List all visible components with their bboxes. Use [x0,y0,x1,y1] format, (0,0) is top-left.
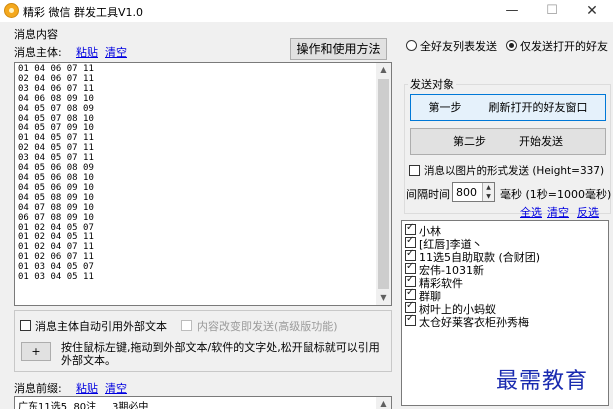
prefix-text: 广东11选5 80注 3期必中 [18,402,149,409]
close-button[interactable]: ✕ [572,0,612,22]
friend-checkbox[interactable] [405,300,416,313]
friend-name[interactable]: 太仓好莱客衣柜孙秀梅 [419,314,529,330]
interval-spinner[interactable]: 800 ▲ ▼ [452,182,495,202]
content-change-label: 内容改变即发送(高级版功能) [197,320,338,333]
image-mode-label[interactable]: 消息以图片的形式发送 (Height=337) [424,163,604,178]
auto-ref-checkbox[interactable] [20,320,31,331]
drag-target-button[interactable]: + [21,342,51,361]
minimize-button[interactable]: — [492,0,532,22]
scroll-thumb[interactable] [378,79,389,289]
subject-label: 消息主体: [14,46,62,59]
prefix-scrollbar[interactable]: ▲ [376,397,391,409]
friend-checkbox[interactable] [405,287,416,300]
friend-checkbox[interactable] [405,313,416,326]
watermark-text: 最需教育 [496,369,589,394]
friend-checkbox[interactable] [405,222,416,235]
interval-label: 间隔时间 [406,188,450,201]
spin-down-icon[interactable]: ▼ [483,192,494,201]
window-client: 消息内容 消息主体: 粘贴 清空 操作和使用方法 01 04 06 07 11 … [0,22,613,409]
prefix-clear-link[interactable]: 清空 [105,380,127,396]
send-all-radio[interactable] [406,40,417,51]
prefix-textarea[interactable]: 广东11选5 80注 3期必中 ▲ [14,396,392,409]
start-send-button[interactable]: 第二步 开始发送 [410,128,606,155]
prefix-label: 消息前缀: [14,382,62,395]
send-open-radio[interactable] [506,40,517,51]
prefix-paste-link[interactable]: 粘贴 [76,380,98,396]
maximize-button[interactable]: ☐ [532,0,572,22]
select-all-link[interactable]: 全选 [520,204,542,220]
message-body-text: 01 04 06 07 11 02 04 06 07 11 03 04 06 0… [18,64,94,283]
subject-clear-link[interactable]: 清空 [105,44,127,60]
external-reference-panel: 消息主体自动引用外部文本 内容改变即发送(高级版功能) + 按住鼠标左键,拖动到… [14,310,392,372]
spin-up-icon[interactable]: ▲ [483,183,494,192]
step2-label: 第二步 [453,135,486,148]
message-scrollbar[interactable]: ▲ ▼ [376,63,391,305]
image-mode-checkbox[interactable] [409,165,420,176]
help-button[interactable]: 操作和使用方法 [290,38,387,60]
subject-paste-link[interactable]: 粘贴 [76,44,98,60]
send-all-label[interactable]: 全好友列表发送 [420,38,497,54]
friend-checkbox[interactable] [405,261,416,274]
auto-ref-label[interactable]: 消息主体自动引用外部文本 [35,318,167,334]
step1-action: 刷新打开的好友窗口 [488,101,588,114]
invert-selection-link[interactable]: 反选 [577,204,599,220]
step1-label: 第一步 [428,101,462,114]
title-bar[interactable]: 精彩 微信 群发工具V1.0 — ☐ ✕ [0,0,613,22]
interval-unit-note: 毫秒 (1秒=1000毫秒) [500,188,612,201]
message-body-textarea[interactable]: 01 04 06 07 11 02 04 06 07 11 03 04 06 0… [14,62,392,306]
drag-instructions: 按住鼠标左键,拖动到外部文本/软件的文字处,松开鼠标就可以引用外部文本。 [61,341,380,367]
scroll-up-icon[interactable]: ▲ [376,63,391,77]
prefix-scroll-up-icon[interactable]: ▲ [376,397,391,409]
step2-action: 开始发送 [519,135,563,148]
friend-checkbox[interactable] [405,274,416,287]
refresh-windows-button[interactable]: 第一步 刷新打开的好友窗口 [410,94,606,121]
send-target-title: 发送对象 [408,76,456,92]
interval-value[interactable]: 800 [456,186,477,199]
friend-list[interactable]: 小林 [红唇]李道丶 11选5自助取款 (合财团) 宏伟-1031新 精彩软件 … [401,220,609,406]
interval-spin-buttons[interactable]: ▲ ▼ [482,183,494,201]
content-group-title: 消息内容 [14,28,58,41]
app-logo-icon [4,3,19,18]
send-open-label[interactable]: 仅发送打开的好友 [520,38,608,54]
clear-selection-link[interactable]: 清空 [547,204,569,220]
friend-checkbox[interactable] [405,235,416,248]
content-change-checkbox [181,320,192,331]
scroll-down-icon[interactable]: ▼ [376,291,391,305]
window-title: 精彩 微信 群发工具V1.0 [23,6,144,19]
friend-checkbox[interactable] [405,248,416,261]
